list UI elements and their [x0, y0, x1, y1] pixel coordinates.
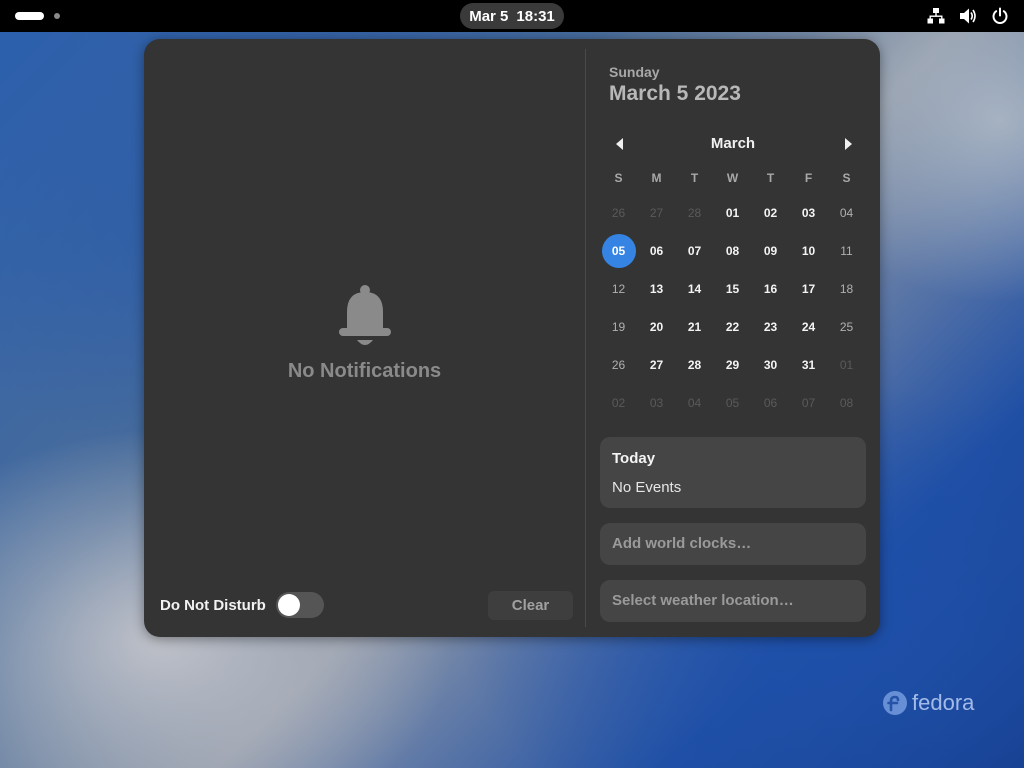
calendar-day[interactable]: 30	[754, 348, 788, 382]
events-section[interactable]: Today No Events	[600, 437, 866, 508]
calendar-day-today[interactable]: 05	[601, 234, 636, 268]
fedora-logo: fedora	[882, 690, 974, 716]
calendar-day[interactable]: 01	[830, 348, 864, 382]
date-time-button[interactable]: Mar 5 18:31	[460, 3, 564, 29]
fedora-logo-icon	[883, 691, 907, 715]
weekday-label: Sunday	[609, 64, 660, 80]
weekday-header: T	[766, 171, 775, 185]
weekday-header: S	[842, 171, 851, 185]
calendar-day[interactable]: 09	[754, 234, 788, 268]
weather-hint: Select weather location…	[612, 592, 794, 609]
calendar-day[interactable]: 31	[792, 348, 826, 382]
activities-indicator[interactable]	[15, 12, 60, 20]
calendar-day[interactable]: 15	[716, 272, 750, 306]
next-month-icon[interactable]	[840, 136, 856, 152]
weekday-header: F	[804, 171, 813, 185]
calendar-day[interactable]: 21	[678, 310, 712, 344]
world-clocks-button[interactable]: Add world clocks…	[600, 523, 866, 565]
clock-time: 18:31	[516, 7, 555, 25]
calendar-day[interactable]: 17	[792, 272, 826, 306]
full-date-label: March 5 2023	[609, 82, 741, 105]
calendar-day[interactable]: 14	[678, 272, 712, 306]
calendar-day[interactable]: 08	[830, 386, 864, 420]
calendar-day[interactable]: 27	[640, 348, 674, 382]
calendar-day[interactable]: 16	[754, 272, 788, 306]
bell-icon	[338, 285, 391, 345]
date-header[interactable]: Sunday March 5 2023	[609, 64, 741, 106]
events-empty-label: No Events	[612, 479, 682, 496]
calendar-day[interactable]: 18	[830, 272, 864, 306]
calendar-day[interactable]: 04	[678, 386, 712, 420]
calendar-day[interactable]: 12	[602, 272, 636, 306]
fedora-wordmark: fedora	[912, 690, 975, 715]
weather-button[interactable]: Select weather location…	[600, 580, 866, 622]
calendar-month-label: March	[710, 135, 756, 152]
calendar-day[interactable]: 05	[716, 386, 750, 420]
calendar-day[interactable]: 07	[792, 386, 826, 420]
do-not-disturb-row: Do Not Disturb	[160, 592, 324, 618]
panel-divider	[585, 49, 586, 627]
calendar-day[interactable]: 07	[678, 234, 712, 268]
weekday-header: T	[690, 171, 699, 185]
calendar-day[interactable]: 26	[602, 196, 636, 230]
calendar-day[interactable]: 26	[602, 348, 636, 382]
calendar-day[interactable]: 06	[640, 234, 674, 268]
calendar-day[interactable]: 01	[716, 196, 750, 230]
volume-icon[interactable]	[958, 6, 978, 26]
weekday-header: W	[726, 171, 739, 185]
calendar-day[interactable]: 10	[792, 234, 826, 268]
calendar-nav: March	[600, 131, 866, 157]
do-not-disturb-label: Do Not Disturb	[160, 596, 266, 614]
events-title: Today	[612, 450, 656, 467]
notifications-empty-state: No Notifications	[144, 284, 585, 383]
no-notifications-label: No Notifications	[287, 360, 442, 382]
clear-notifications-button[interactable]: Clear	[488, 591, 573, 620]
calendar-day[interactable]: 22	[716, 310, 750, 344]
calendar-day[interactable]: 13	[640, 272, 674, 306]
world-clocks-hint: Add world clocks…	[612, 535, 752, 552]
calendar-day[interactable]: 06	[754, 386, 788, 420]
workspace-active-indicator	[15, 12, 44, 20]
weekday-header: M	[651, 171, 662, 185]
power-icon[interactable]	[990, 6, 1010, 26]
clock-date: Mar 5	[469, 7, 509, 25]
weekday-header: S	[614, 171, 623, 185]
calendar-day[interactable]: 11	[830, 234, 864, 268]
calendar-day[interactable]: 28	[678, 196, 712, 230]
calendar-day[interactable]: 27	[640, 196, 674, 230]
calendar-day[interactable]: 02	[754, 196, 788, 230]
calendar-day[interactable]: 23	[754, 310, 788, 344]
do-not-disturb-toggle[interactable]	[275, 592, 324, 618]
calendar-day[interactable]: 24	[792, 310, 826, 344]
calendar-day[interactable]: 25	[830, 310, 864, 344]
calendar-day[interactable]: 02	[602, 386, 636, 420]
toggle-knob	[277, 594, 300, 616]
calendar-day[interactable]: 08	[716, 234, 750, 268]
calendar-day[interactable]: 28	[678, 348, 712, 382]
calendar: March S M T W T F S 26 27 28 01 02 03 04 05 06 07 08 09 10 1…	[600, 131, 866, 410]
top-bar: Mar 5 18:31	[0, 0, 1024, 32]
calendar-day[interactable]: 04	[830, 196, 864, 230]
calendar-day[interactable]: 19	[602, 310, 636, 344]
calendar-day[interactable]: 29	[716, 348, 750, 382]
calendar-day[interactable]: 03	[792, 196, 826, 230]
network-wired-icon[interactable]	[926, 6, 946, 26]
workspace-inactive-indicator	[54, 13, 60, 19]
system-tray[interactable]	[926, 6, 1010, 26]
calendar-day[interactable]: 20	[640, 310, 674, 344]
calendar-day[interactable]: 03	[640, 386, 674, 420]
date-menu-popover: No Notifications Do Not Disturb Clear Su…	[144, 39, 880, 637]
